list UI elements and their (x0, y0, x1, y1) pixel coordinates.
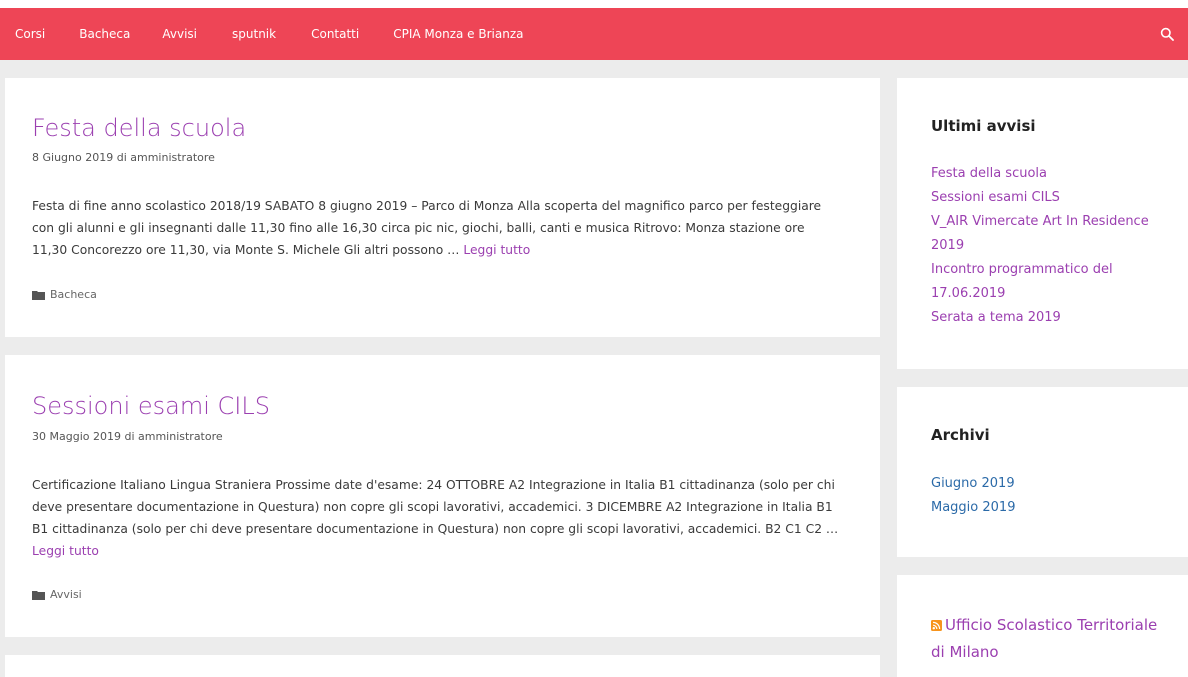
archive-link[interactable]: Giugno 2019 (931, 472, 1171, 496)
read-more-link[interactable]: Leggi tutto (32, 544, 99, 558)
article-excerpt: Festa di fine anno scolastico 2018/19 SA… (32, 195, 842, 261)
recent-posts-list: Festa della scuola Sessioni esami CILS V… (931, 162, 1171, 330)
nav-item-avvisi[interactable]: Avvisi (162, 27, 197, 41)
excerpt-text: Certificazione Italiano Lingua Straniera… (32, 478, 839, 536)
rss-icon[interactable] (931, 613, 942, 631)
widget-rss: Ufficio Scolastico Territoriale di Milan… (897, 575, 1188, 677)
recent-post-link[interactable]: Incontro programmatico del 17.06.2019 (931, 258, 1171, 306)
recent-post-link[interactable]: Festa della scuola (931, 162, 1171, 186)
article-festa-della-scuola: Festa della scuola 8 Giugno 2019 di ammi… (5, 78, 880, 337)
nav-item-cpia-monza[interactable]: CPIA Monza e Brianza (393, 27, 523, 41)
article-meta: 8 Giugno 2019 di amministratore (32, 151, 215, 164)
nav-item-contatti[interactable]: Contatti (311, 27, 359, 41)
rss-feed-link[interactable]: Ufficio Scolastico Territoriale di Milan… (931, 612, 1171, 666)
search-icon[interactable] (1160, 26, 1176, 42)
nav-item-corsi[interactable]: Corsi (15, 27, 45, 41)
nav-item-bacheca[interactable]: Bacheca (79, 27, 130, 41)
article-sessioni-esami-cils: Sessioni esami CILS 30 Maggio 2019 di am… (5, 355, 880, 637)
folder-icon (32, 290, 45, 300)
archive-link[interactable]: Maggio 2019 (931, 496, 1171, 520)
article-title[interactable]: Sessioni esami CILS (32, 392, 270, 420)
widget-title: Ultimi avvisi (931, 117, 1036, 135)
article-meta: 30 Maggio 2019 di amministratore (32, 430, 223, 443)
rss-link-text[interactable]: Ufficio Scolastico Territoriale di Milan… (931, 616, 1157, 661)
category-link[interactable]: Avvisi (50, 588, 82, 601)
widget-archive: Archivi Giugno 2019 Maggio 2019 (897, 387, 1188, 557)
recent-post-link[interactable]: Serata a tema 2019 (931, 306, 1171, 330)
article-category: Bacheca (32, 288, 97, 301)
article-title[interactable]: Festa della scuola (32, 114, 246, 142)
article-partial (5, 655, 880, 677)
nav-item-sputnik[interactable]: sputnik (232, 27, 276, 41)
recent-post-link[interactable]: Sessioni esami CILS (931, 186, 1171, 210)
widget-title: Archivi (931, 426, 990, 444)
main-navigation: Corsi Bacheca Avvisi sputnik Contatti CP… (0, 8, 1188, 60)
read-more-link[interactable]: Leggi tutto (463, 243, 530, 257)
category-link[interactable]: Bacheca (50, 288, 97, 301)
article-category: Avvisi (32, 588, 82, 601)
excerpt-text: Festa di fine anno scolastico 2018/19 SA… (32, 199, 822, 257)
article-excerpt: Certificazione Italiano Lingua Straniera… (32, 474, 842, 562)
widget-recent-posts: Ultimi avvisi Festa della scuola Session… (897, 78, 1188, 369)
archive-list: Giugno 2019 Maggio 2019 (931, 472, 1171, 520)
top-strip (0, 0, 1188, 8)
folder-icon (32, 590, 45, 600)
recent-post-link[interactable]: V_AIR Vimercate Art In Residence 2019 (931, 210, 1171, 258)
